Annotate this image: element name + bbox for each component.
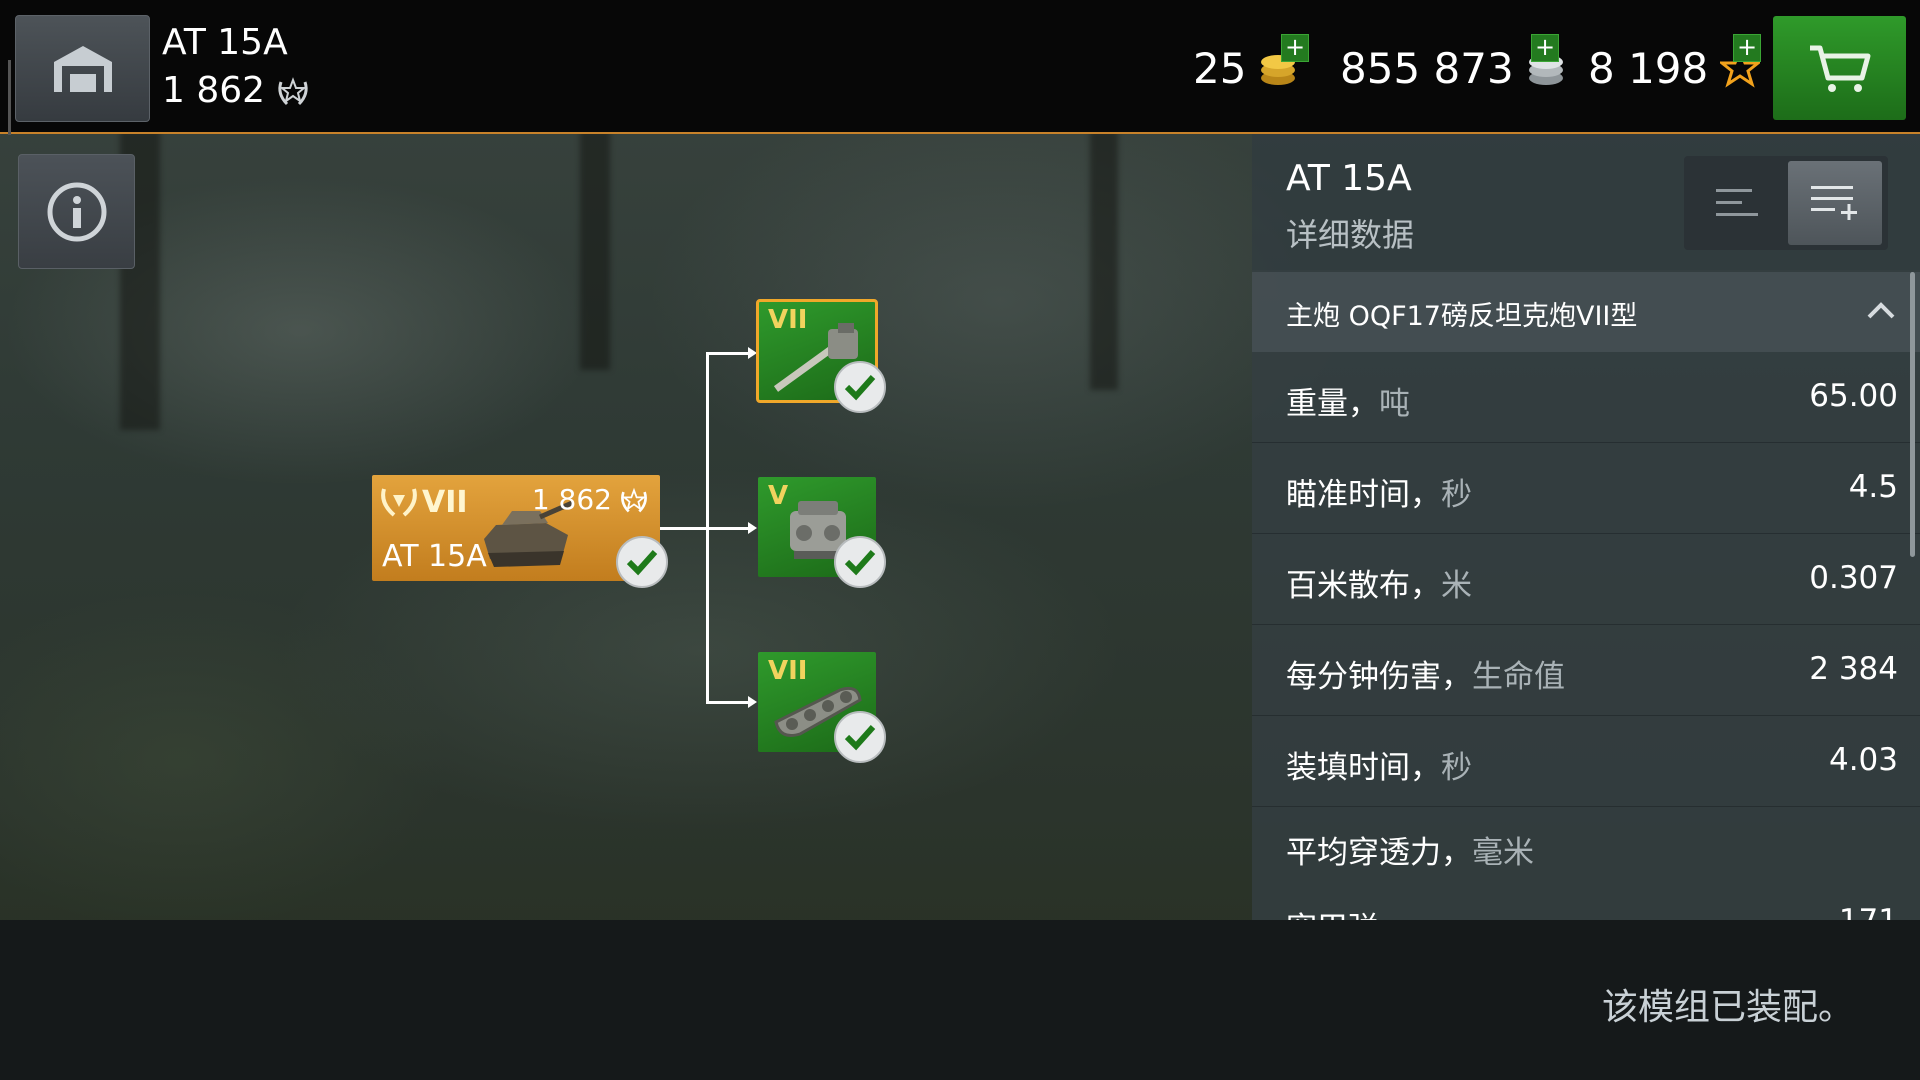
chevron-up-icon [1867, 302, 1895, 319]
stat-label: 瞄准时间，秒 [1286, 469, 1472, 514]
stat-value: 2 384 [1809, 651, 1898, 687]
panel-header: AT 15A 详细数据 [1252, 134, 1920, 270]
garage-button[interactable] [15, 15, 150, 122]
panel-title: AT 15A [1286, 158, 1412, 199]
info-icon [47, 182, 106, 241]
stat-label-text: 重量， [1286, 386, 1379, 422]
stat-value: 171 [1839, 903, 1898, 920]
stat-row: 装填时间，秒 4.03 [1252, 716, 1920, 807]
stat-label-text: 瞄准时间， [1286, 477, 1441, 513]
stat-label-text: 平均穿透力， [1286, 835, 1472, 871]
stat-row: 瞄准时间，秒 4.5 [1252, 443, 1920, 534]
stat-unit: 秒 [1441, 750, 1472, 786]
xp-wreath-icon [278, 76, 308, 105]
checkmark-icon [834, 361, 886, 413]
details-panel: AT 15A 详细数据 主炮 OQF17磅反坦克炮VII型 重量，吨 65.00… [1252, 134, 1920, 920]
checkmark-icon [834, 711, 886, 763]
free-xp-amount: 8 198 [1588, 43, 1709, 93]
list-add-icon [1811, 186, 1857, 220]
garage-icon [53, 45, 112, 92]
top-bar: AT 15A 1 862 25 + 855 873 + 8 198 + [0, 0, 1920, 135]
add-free-xp-button[interactable]: + [1733, 34, 1761, 62]
stat-unit: 秒 [1441, 477, 1472, 513]
checkmark-icon [616, 536, 668, 588]
vehicle-xp-value: 1 862 [162, 70, 266, 111]
cart-icon [1809, 45, 1870, 92]
stat-unit: 吨 [1379, 386, 1410, 422]
stat-row: 百米散布，米 0.307 [1252, 534, 1920, 625]
stat-value: 4.03 [1828, 742, 1898, 778]
vehicle-xp: 1 862 [162, 70, 311, 111]
connector-line [706, 527, 750, 530]
connector-line [706, 352, 750, 355]
connector-arrow [748, 696, 757, 708]
vehicle-card-name: AT 15A [382, 539, 487, 574]
stat-row: 平均穿透力，毫米 [1252, 807, 1920, 897]
connector-arrow [748, 347, 757, 359]
left-edge-marker [8, 60, 11, 135]
xp-wreath-icon [621, 487, 647, 512]
stat-label-text: 每分钟伤害， [1286, 659, 1472, 695]
checkmark-icon [834, 536, 886, 588]
stat-value: 65.00 [1809, 378, 1898, 414]
gun-section-header[interactable]: 主炮 OQF17磅反坦克炮VII型 [1252, 272, 1920, 352]
detailed-view-button[interactable] [1788, 161, 1882, 245]
vehicle-card-xp: 1 862 [532, 483, 650, 516]
stats-list[interactable]: 重量，吨 65.00 瞄准时间，秒 4.5 百米散布，米 0.307 每分钟伤害… [1252, 352, 1920, 920]
stat-row: 穿甲弹 171 [1252, 893, 1920, 920]
stat-unit: 毫米 [1472, 835, 1534, 871]
credits-amount: 855 873 [1340, 43, 1514, 93]
connector-line [706, 701, 750, 704]
gold-amount: 25 [1193, 43, 1247, 93]
stat-label: 每分钟伤害，生命值 [1286, 651, 1565, 696]
info-button[interactable] [18, 154, 135, 269]
compact-view-button[interactable] [1690, 161, 1784, 245]
stat-row: 重量，吨 65.00 [1252, 352, 1920, 443]
background-tree [1090, 130, 1118, 390]
stat-label: 重量，吨 [1286, 378, 1410, 423]
stat-value: 4.5 [1848, 469, 1898, 505]
connector-line [660, 527, 708, 530]
panel-subtitle: 详细数据 [1286, 216, 1415, 254]
list-compact-icon [1716, 189, 1758, 216]
connector-arrow [748, 522, 757, 534]
stat-row: 每分钟伤害，生命值 2 384 [1252, 625, 1920, 716]
stat-label-text: 装填时间， [1286, 750, 1441, 786]
shop-cart-button[interactable] [1773, 16, 1906, 120]
vehicle-card-xp-value: 1 862 [531, 483, 612, 516]
stat-label: 穿甲弹 [1286, 903, 1379, 920]
stat-label: 装填时间，秒 [1286, 742, 1472, 787]
stat-label: 平均穿透力，毫米 [1286, 827, 1534, 872]
vehicle-tier: VII [422, 485, 468, 520]
stat-label: 百米散布，米 [1286, 560, 1472, 605]
background-tree [580, 130, 610, 370]
add-gold-button[interactable]: + [1281, 34, 1309, 62]
stat-label-text: 百米散布， [1286, 568, 1441, 604]
gun-section-title: 主炮 OQF17磅反坦克炮VII型 [1286, 301, 1638, 332]
panel-scrollbar[interactable] [1910, 272, 1915, 557]
tier-wreath-icon [381, 488, 417, 517]
stat-unit: 生命值 [1472, 659, 1565, 695]
stat-label-text: 穿甲弹 [1286, 911, 1379, 920]
add-credits-button[interactable]: + [1531, 34, 1559, 62]
status-message: 该模组已装配。 [1601, 987, 1854, 1028]
stat-unit: 米 [1441, 568, 1472, 604]
vehicle-name: AT 15A [162, 22, 288, 63]
stat-value: 0.307 [1809, 560, 1898, 596]
view-toggle [1684, 156, 1888, 250]
